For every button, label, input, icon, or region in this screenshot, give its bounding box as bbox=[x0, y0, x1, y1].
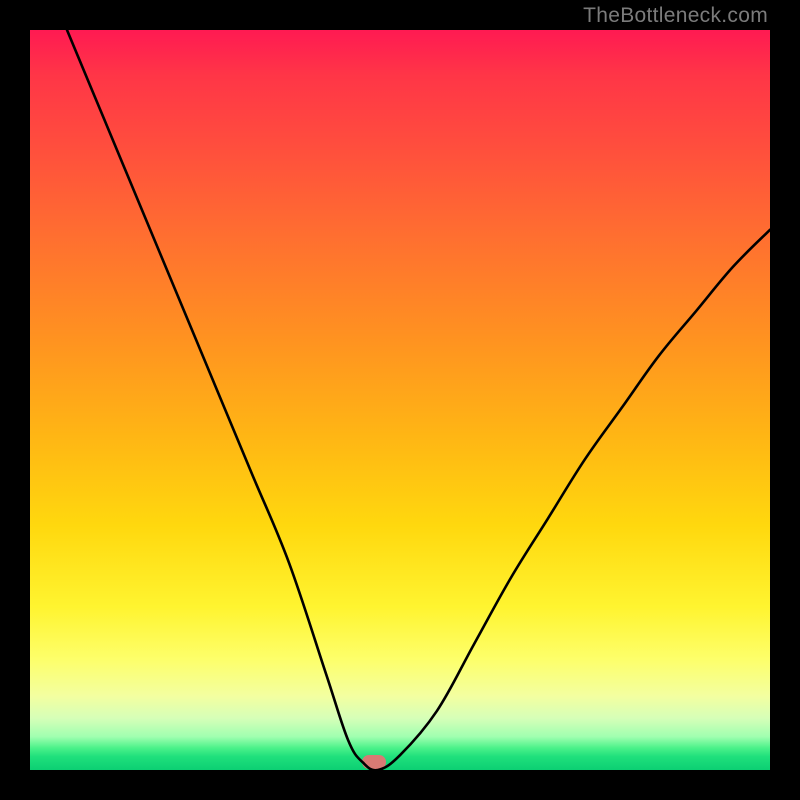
watermark-text: TheBottleneck.com bbox=[583, 4, 768, 28]
plot-area bbox=[30, 30, 770, 770]
bottleneck-curve bbox=[30, 30, 770, 770]
chart-frame: TheBottleneck.com bbox=[0, 0, 800, 800]
curve-path bbox=[67, 30, 770, 770]
